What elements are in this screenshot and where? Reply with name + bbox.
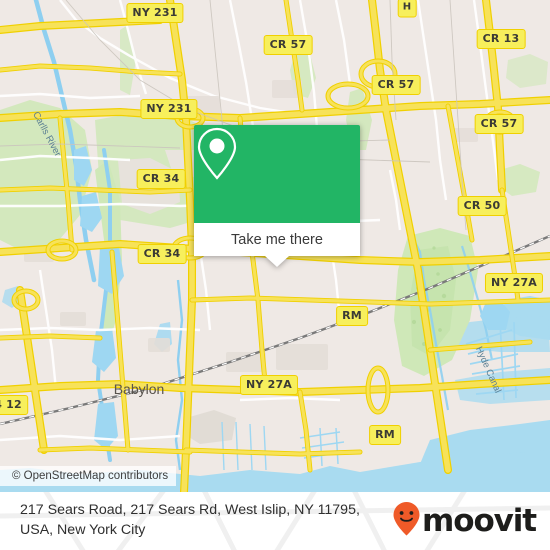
popup-tail xyxy=(265,256,289,267)
road-shield: H xyxy=(397,0,417,18)
take-me-there-button[interactable]: Take me there xyxy=(194,223,360,256)
road-shield: NY 27A xyxy=(484,273,544,293)
road-shield: NY 231 xyxy=(126,3,184,23)
popup-header xyxy=(194,125,360,223)
road-shield: CR 34 xyxy=(137,244,187,264)
road-shield: CR 34 xyxy=(136,169,186,189)
road-shield: CR 57 xyxy=(371,75,421,95)
road-shield: CR 13 xyxy=(476,29,526,49)
road-shield: CR 57 xyxy=(474,114,524,134)
map-screenshot: NY 231 CR 57 H CR 13 CR 57 NY 231 CR 57 … xyxy=(0,0,550,550)
moovit-wordmark: moovit xyxy=(422,503,537,539)
osm-attribution[interactable]: © OpenStreetMap contributors xyxy=(0,466,177,486)
road-shield: CR 57 xyxy=(263,35,313,55)
road-shield: CR 50 xyxy=(457,196,507,216)
place-label-babylon: Babylon xyxy=(113,381,165,397)
road-shield: NY 231 xyxy=(140,99,198,119)
take-me-there-label: Take me there xyxy=(231,231,323,248)
address-text: 217 Sears Road, 217 Sears Rd, West Islip… xyxy=(20,502,360,538)
moovit-pin-icon xyxy=(392,501,421,542)
road-shield: NY 27A xyxy=(239,375,299,395)
road-shield: RM xyxy=(369,425,401,445)
destination-popup[interactable]: Take me there xyxy=(194,125,360,267)
map-canvas[interactable]: NY 231 CR 57 H CR 13 CR 57 NY 231 CR 57 … xyxy=(0,0,550,492)
moovit-brand[interactable]: moovit xyxy=(392,501,550,542)
footer-bar: 217 Sears Road, 217 Sears Rd, West Islip… xyxy=(0,492,550,550)
road-shield: RM xyxy=(336,306,368,326)
road-shield: 4 12 xyxy=(0,395,28,415)
